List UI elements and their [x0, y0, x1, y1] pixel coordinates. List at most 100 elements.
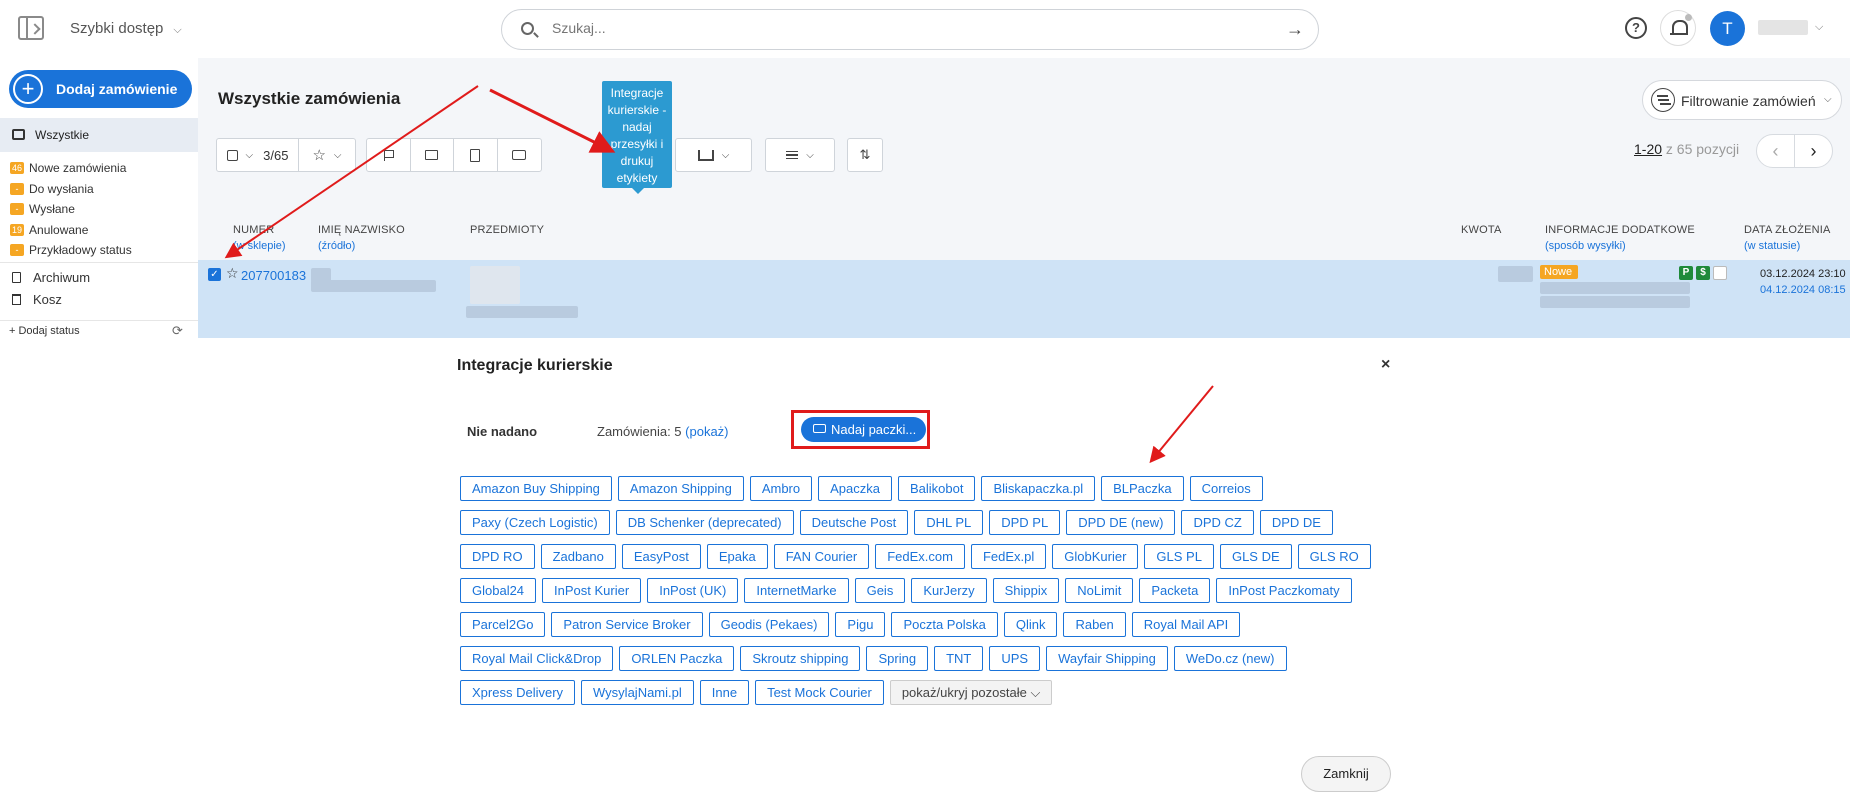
courier-button[interactable]: Paxy (Czech Logistic)	[460, 510, 610, 535]
sidebar-item-new-orders[interactable]: 46 Nowe zamówienia	[10, 158, 132, 179]
courier-button[interactable]: Inne	[699, 680, 750, 705]
send-packages-button[interactable]: Nadaj paczki...	[801, 417, 926, 442]
help-icon[interactable]: ?	[1625, 17, 1647, 39]
sidebar-item-trash[interactable]: Kosz	[12, 292, 62, 307]
courier-button[interactable]: Amazon Buy Shipping	[460, 476, 612, 501]
more-menu[interactable]: ⌵	[765, 138, 835, 172]
courier-button[interactable]: Poczta Polska	[891, 612, 998, 637]
toggle-more-couriers-button[interactable]: pokaż/ukryj pozostałe ⌵	[889, 680, 1053, 705]
courier-button[interactable]: Global24	[460, 578, 537, 603]
courier-button[interactable]: Bliskapaczka.pl	[981, 476, 1096, 501]
courier-button[interactable]: Spring	[866, 646, 929, 671]
star-icon[interactable]: ☆	[226, 265, 239, 282]
courier-button[interactable]: Packeta	[1139, 578, 1211, 603]
column-header-info[interactable]: INFORMACJE DODATKOWE	[1545, 224, 1695, 236]
courier-button[interactable]: Deutsche Post	[799, 510, 909, 535]
courier-button[interactable]: UPS	[989, 646, 1041, 671]
sidebar-toggle-icon[interactable]	[18, 16, 44, 40]
courier-button[interactable]: DB Schenker (deprecated)	[615, 510, 794, 535]
courier-button[interactable]: EasyPost	[621, 544, 701, 569]
courier-button[interactable]: WeDo.cz (new)	[1173, 646, 1287, 671]
courier-button[interactable]: Shippix	[992, 578, 1060, 603]
courier-button[interactable]: DPD CZ	[1181, 510, 1254, 535]
courier-button[interactable]: BLPaczka	[1101, 476, 1184, 501]
avatar[interactable]: T	[1710, 11, 1745, 46]
close-button[interactable]: Zamknij	[1301, 756, 1391, 792]
sidebar-item-archive[interactable]: Archiwum	[12, 270, 90, 285]
courier-button[interactable]: Ambro	[749, 476, 813, 501]
column-header-name[interactable]: IMIĘ NAZWISKO	[318, 224, 405, 236]
add-status-link[interactable]: + Dodaj status	[9, 325, 80, 337]
courier-button[interactable]: DHL PL	[914, 510, 984, 535]
courier-button[interactable]: FAN Courier	[773, 544, 870, 569]
courier-button[interactable]: DPD PL	[989, 510, 1061, 535]
refresh-icon[interactable]: ⟳	[172, 323, 183, 339]
courier-button[interactable]: Epaka	[706, 544, 768, 569]
courier-button[interactable]: Zadbano	[540, 544, 616, 569]
order-number-link[interactable]: 207700183	[241, 268, 306, 283]
courier-button[interactable]: Balikobot	[898, 476, 976, 501]
sidebar-item-sample-status[interactable]: - Przykładowy status	[10, 240, 132, 261]
courier-button[interactable]: Pigu	[835, 612, 886, 637]
previous-page-button[interactable]: ‹	[1756, 134, 1795, 168]
sidebar-item-sent[interactable]: - Wysłane	[10, 199, 132, 220]
chevron-down-icon[interactable]: ⌵	[1815, 21, 1823, 34]
courier-button[interactable]: FedEx.com	[875, 544, 965, 569]
sidebar-item-cancelled[interactable]: 19 Anulowane	[10, 220, 132, 241]
courier-button[interactable]: TNT	[934, 646, 984, 671]
star-menu-button[interactable]: ☆ ⌵	[299, 139, 355, 171]
courier-button[interactable]: GLS DE	[1219, 544, 1292, 569]
filter-orders-button[interactable]: Filtrowanie zamówień ⌵	[1642, 80, 1842, 120]
courier-button[interactable]: Raben	[1063, 612, 1126, 637]
column-header-date[interactable]: DATA ZŁOŻENIA	[1744, 224, 1831, 236]
courier-button[interactable]: KurJerzy	[911, 578, 987, 603]
courier-button[interactable]: Geodis (Pekaes)	[708, 612, 830, 637]
courier-button[interactable]: InPost Paczkomaty	[1216, 578, 1352, 603]
courier-button[interactable]: Royal Mail API	[1131, 612, 1241, 637]
notifications-bell-icon[interactable]	[1660, 10, 1696, 46]
courier-button[interactable]: Qlink	[1003, 612, 1058, 637]
courier-button[interactable]: GLS RO	[1297, 544, 1371, 569]
flag-button[interactable]	[367, 139, 411, 171]
courier-button[interactable]: Parcel2Go	[460, 612, 546, 637]
email-button[interactable]	[411, 139, 454, 171]
next-page-button[interactable]: ›	[1794, 134, 1833, 168]
sort-button[interactable]: ⇅	[847, 138, 883, 172]
courier-button[interactable]: ORLEN Paczka	[619, 646, 735, 671]
courier-button[interactable]: NoLimit	[1065, 578, 1134, 603]
courier-button[interactable]: WysylajNami.pl	[581, 680, 694, 705]
column-header-items[interactable]: PRZEDMIOTY	[470, 224, 544, 236]
marketplace-menu[interactable]: ⌵	[675, 138, 752, 172]
search-input[interactable]	[552, 20, 1252, 36]
row-checkbox[interactable]: ✓	[208, 268, 221, 281]
courier-button[interactable]: InPost (UK)	[647, 578, 739, 603]
select-all-button[interactable]: ⌵ 3/65	[217, 139, 299, 171]
courier-button[interactable]: GLS PL	[1144, 544, 1214, 569]
add-order-button[interactable]: + Dodaj zamówienie	[9, 70, 192, 108]
search-bar[interactable]: →	[501, 9, 1319, 50]
courier-button[interactable]: Test Mock Courier	[755, 680, 884, 705]
quick-access-menu[interactable]: Szybki dostęp ⌵	[70, 20, 182, 37]
courier-button[interactable]: FedEx.pl	[970, 544, 1047, 569]
sidebar-item-to-send[interactable]: - Do wysłania	[10, 179, 132, 200]
courier-button[interactable]: Geis	[854, 578, 906, 603]
column-header-number[interactable]: NUMER	[233, 224, 274, 236]
table-row[interactable]: ✓ ☆ 207700183 Nowe P $ 03.12.2024 23:10 …	[198, 260, 1850, 338]
courier-button[interactable]: DPD DE (new)	[1066, 510, 1176, 535]
arrow-right-icon[interactable]: →	[1286, 19, 1304, 40]
pagination-range[interactable]: 1-20	[1634, 141, 1662, 157]
courier-button[interactable]: DPD DE	[1259, 510, 1333, 535]
courier-button[interactable]: DPD RO	[460, 544, 535, 569]
document-button[interactable]	[454, 139, 498, 171]
courier-button[interactable]: Correios	[1189, 476, 1263, 501]
print-button[interactable]	[498, 139, 541, 171]
courier-button[interactable]: Skroutz shipping	[740, 646, 861, 671]
user-name-blurred[interactable]	[1758, 20, 1808, 35]
sidebar-item-all[interactable]: Wszystkie	[0, 118, 198, 152]
courier-button[interactable]: InPost Kurier	[542, 578, 642, 603]
courier-button[interactable]: Patron Service Broker	[551, 612, 703, 637]
column-header-amount[interactable]: KWOTA	[1461, 224, 1502, 236]
courier-button[interactable]: Wayfair Shipping	[1046, 646, 1168, 671]
courier-button[interactable]: Xpress Delivery	[460, 680, 576, 705]
close-icon[interactable]: ×	[1381, 356, 1390, 374]
